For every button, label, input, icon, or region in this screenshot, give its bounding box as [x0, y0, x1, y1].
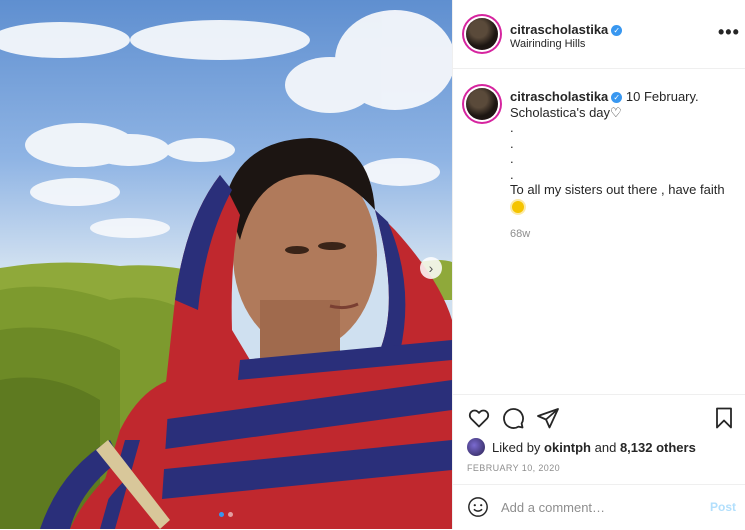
- caption-dot: .: [510, 120, 514, 135]
- likes-summary: Liked by okintph and 8,132 others: [467, 438, 696, 456]
- post-location[interactable]: Wairinding Hills: [510, 38, 585, 50]
- heart-icon[interactable]: [467, 406, 491, 430]
- post-comment-button[interactable]: Post: [710, 500, 736, 514]
- caption-line-faith: To all my sisters out there , have faith: [510, 182, 725, 197]
- more-options-button[interactable]: •••: [718, 22, 740, 43]
- share-icon[interactable]: [536, 406, 560, 430]
- caption-author-avatar[interactable]: [466, 88, 498, 120]
- caption-dot: .: [510, 135, 514, 151]
- author-name-group: citrascholastika ✓: [510, 21, 623, 39]
- caption-dot: .: [510, 166, 514, 182]
- likes-others-link[interactable]: 8,132 others: [620, 440, 696, 455]
- verified-badge-icon: ✓: [611, 25, 623, 36]
- comment-input[interactable]: [501, 497, 691, 517]
- instagram-post: › citrascholastika ✓ Wairinding Hills •••…: [0, 0, 745, 529]
- bookmark-icon[interactable]: [712, 406, 736, 430]
- caption-text: citrascholastika ✓ 10 February. Scholasti…: [510, 89, 735, 216]
- comment-icon[interactable]: [501, 406, 525, 430]
- heart-emoji-icon: ♡: [610, 104, 622, 120]
- caption-line-date: 10 February.: [625, 89, 699, 104]
- likes-and: and: [594, 439, 617, 455]
- post-actions: Liked by okintph and 8,132 others FEBRUA…: [453, 394, 745, 485]
- sun-emoji-icon: [512, 200, 524, 213]
- carousel-indicator: [219, 512, 233, 517]
- author-avatar[interactable]: [466, 18, 498, 50]
- likes-prefix: Liked by: [492, 439, 541, 455]
- caption-time-ago[interactable]: 68w: [510, 228, 530, 240]
- author-username[interactable]: citrascholastika: [510, 22, 608, 37]
- caption-username[interactable]: citrascholastika: [510, 89, 608, 104]
- caption-area: citrascholastika ✓ 10 February. Scholasti…: [453, 68, 745, 394]
- smiley-icon[interactable]: [467, 496, 489, 518]
- carousel-dot-1: [219, 512, 224, 517]
- post-photo[interactable]: ›: [0, 0, 452, 529]
- liker-avatar[interactable]: [467, 438, 485, 456]
- photo-illustration: [0, 10, 452, 529]
- caption-dot: .: [510, 151, 514, 166]
- liker-username[interactable]: okintph: [544, 440, 591, 455]
- carousel-dot-2: [228, 512, 233, 517]
- post-header: citrascholastika ✓ Wairinding Hills •••: [453, 0, 745, 69]
- add-comment-bar: Post: [453, 484, 745, 530]
- caption-verified-badge-icon: ✓: [611, 92, 623, 103]
- carousel-next-button[interactable]: ›: [420, 257, 442, 279]
- caption-line-day: Scholastica's day: [510, 104, 611, 120]
- post-date[interactable]: FEBRUARY 10, 2020: [467, 463, 560, 473]
- post-side-panel: citrascholastika ✓ Wairinding Hills ••• c…: [452, 0, 745, 529]
